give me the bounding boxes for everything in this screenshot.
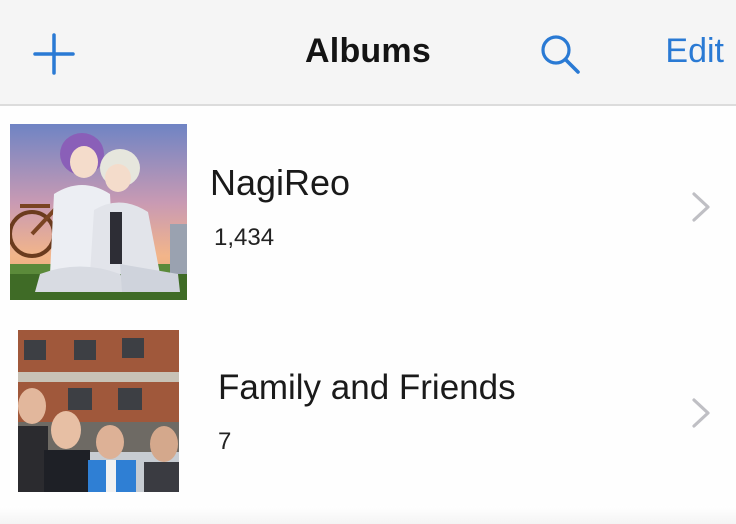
album-photo-count: 1,434 xyxy=(214,224,275,251)
album-title: Family and Friends xyxy=(218,368,516,407)
add-album-button[interactable] xyxy=(30,30,78,78)
album-thumbnail xyxy=(10,124,187,300)
page-title: Albums xyxy=(305,32,431,70)
album-row-nagireo[interactable]: NagiReo 1,434 xyxy=(0,112,736,312)
anime-characters-photo xyxy=(10,124,187,300)
chevron-right-icon xyxy=(692,192,710,222)
plus-icon xyxy=(33,33,75,75)
search-icon xyxy=(541,35,580,74)
album-photo-count: 7 xyxy=(218,428,232,455)
next-row-peek xyxy=(0,506,736,524)
navigation-bar: Albums Edit xyxy=(0,0,736,106)
edit-button[interactable]: Edit xyxy=(665,32,724,71)
group-photo xyxy=(18,330,179,492)
chevron-right-icon xyxy=(692,398,710,428)
search-button[interactable] xyxy=(536,30,584,78)
album-title: NagiReo xyxy=(210,162,351,203)
album-row-family-and-friends[interactable]: Family and Friends 7 xyxy=(0,312,736,512)
albums-screen: Albums Edit NagiReo 1,434 Family and Fri… xyxy=(0,0,736,524)
album-thumbnail xyxy=(18,330,179,492)
